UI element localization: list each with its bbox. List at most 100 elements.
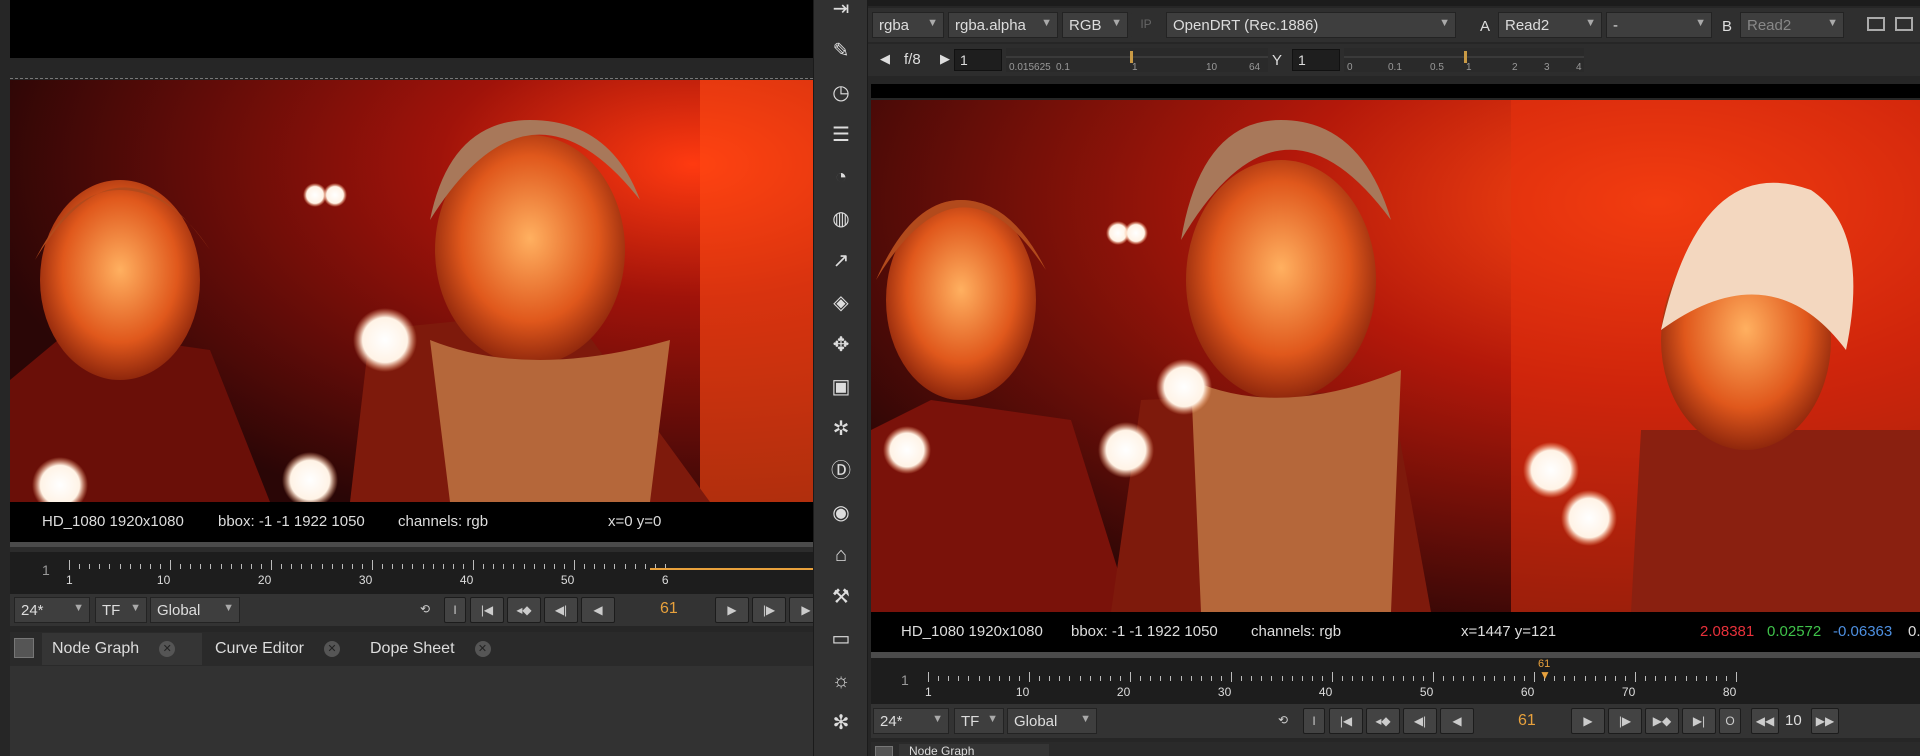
sphere-icon[interactable]: ◍ <box>826 204 856 234</box>
next-key-icon: ▶ <box>801 603 811 617</box>
more-icon[interactable]: ◌ <box>826 750 856 756</box>
chevron-down-icon: ▼ <box>1080 713 1091 725</box>
first-frame-button[interactable]: |◀ <box>470 597 504 623</box>
input-a-dropdown[interactable]: Read2 ▼ <box>1498 12 1602 38</box>
stack-icon[interactable]: ☰ <box>826 120 856 150</box>
timeline-tick <box>1554 676 1556 681</box>
step-back-increment-button[interactable]: ◀◀ <box>1751 708 1779 734</box>
wipe-mode-dropdown[interactable]: - ▼ <box>1606 12 1712 38</box>
move-icon[interactable]: ✥ <box>826 330 856 360</box>
step-forward-increment-button[interactable]: ▶▶ <box>1811 708 1839 734</box>
loop-mode-button[interactable]: ⟲ <box>408 597 442 623</box>
gain-input[interactable]: 1 <box>954 49 1002 71</box>
channels-dropdown[interactable]: rgba ▼ <box>872 12 944 38</box>
tf-dropdown[interactable]: TF ▼ <box>95 597 147 623</box>
brush-icon[interactable]: ✎ <box>826 36 856 66</box>
next-keyframe-button[interactable]: ▶◆ <box>1645 708 1679 734</box>
gamma-input[interactable]: 1 <box>1292 49 1340 71</box>
roi-icon[interactable] <box>1867 17 1885 31</box>
left-viewer-scrollbar[interactable] <box>10 542 813 552</box>
left-timeline[interactable]: 1 1 10 20 30 40 50 6 <box>10 552 813 594</box>
tag-icon[interactable]: ⌂ <box>826 540 856 570</box>
node-graph-area[interactable] <box>10 666 813 756</box>
gamma-slider[interactable]: 0 0.1 0.5 1 2 3 4 <box>1344 48 1584 73</box>
current-frame-field[interactable]: 61 <box>660 600 678 618</box>
global-dropdown[interactable]: Global ▼ <box>1007 708 1097 734</box>
fps-dropdown[interactable]: 24* ▼ <box>14 597 90 623</box>
fstop-prev-icon[interactable]: ◀ <box>880 51 890 67</box>
prev-keyframe-button[interactable]: ◂◆ <box>1366 708 1400 734</box>
deep-icon[interactable]: Ⓓ <box>826 456 856 486</box>
close-icon[interactable]: ✕ <box>474 640 491 657</box>
tf-dropdown[interactable]: TF ▼ <box>954 708 1004 734</box>
metadata-icon[interactable]: ▭ <box>826 624 856 654</box>
tab-node-graph[interactable]: Node Graph <box>899 744 1049 756</box>
right-viewer-image[interactable] <box>871 100 1920 612</box>
viewer-gain-bar: ◀ f/8 ▶ 1 0.015625 0.1 1 10 64 Y 1 0 0.1… <box>868 44 1920 76</box>
close-icon[interactable]: ✕ <box>159 640 176 657</box>
out-point-button[interactable]: O <box>1719 708 1741 734</box>
timeline-tick <box>1241 676 1243 681</box>
ip-toggle-button[interactable]: IP <box>1131 12 1161 38</box>
tab-dope-sheet[interactable]: Dope Sheet ✕ <box>360 633 510 665</box>
loop-mode-button[interactable]: ⟲ <box>1266 708 1300 734</box>
in-point-button[interactable]: I <box>444 597 466 623</box>
timeline-tick <box>422 564 424 569</box>
timeline-tick <box>129 564 131 569</box>
next-frame-button[interactable]: |▶ <box>752 597 786 623</box>
gain-slider[interactable]: 0.015625 0.1 1 10 64 <box>1006 48 1268 73</box>
play-backward-button[interactable]: ◀ <box>581 597 615 623</box>
current-frame-field[interactable]: 61 <box>1518 712 1536 730</box>
timeline-tick <box>604 564 606 569</box>
timeline-tick <box>442 564 444 569</box>
left-viewer-info-bar: HD_1080 1920x1080 bbox: -1 -1 1922 1050 … <box>10 502 813 542</box>
prev-keyframe-button[interactable]: ◂◆ <box>507 597 541 623</box>
timeline-tick <box>1493 676 1495 681</box>
global-dropdown[interactable]: Global ▼ <box>150 597 240 623</box>
tab-node-graph[interactable]: Node Graph ✕ <box>42 633 202 665</box>
panel-menu-icon[interactable] <box>14 638 34 658</box>
first-frame-button[interactable]: |◀ <box>1329 708 1363 734</box>
left-panel-tabs: Node Graph ✕ Curve Editor ✕ Dope Sheet ✕ <box>10 632 813 666</box>
input-b-dropdown[interactable]: Read2 ▼ <box>1740 12 1844 38</box>
fstop-next-icon[interactable]: ▶ <box>940 51 950 67</box>
play-forward-button[interactable]: ▶ <box>1571 708 1605 734</box>
frame-increment-field[interactable]: 10 <box>1785 712 1802 729</box>
last-frame-button[interactable]: ▶| <box>1682 708 1716 734</box>
left-viewer-image[interactable] <box>10 80 813 502</box>
timeline-tick <box>1503 676 1505 681</box>
alpha-channel-dropdown[interactable]: rgba.alpha ▼ <box>948 12 1058 38</box>
timeline-tick <box>1008 676 1010 681</box>
next-frame-button[interactable]: |▶ <box>1608 708 1642 734</box>
fps-dropdown[interactable]: 24* ▼ <box>873 708 949 734</box>
nodes-icon[interactable]: ✻ <box>826 708 856 738</box>
particles-icon[interactable]: ✲ <box>826 414 856 444</box>
display-channels-dropdown[interactable]: RGB ▼ <box>1062 12 1128 38</box>
timeline-tick <box>1534 672 1535 682</box>
color-wheel-icon[interactable]: ◔ <box>826 162 856 192</box>
timeline-tick <box>372 560 373 570</box>
cube-icon[interactable]: ▣ <box>826 372 856 402</box>
playhead-marker-icon[interactable]: ▼ <box>1539 668 1551 682</box>
info-coords: x=1447 y=121 <box>1461 623 1557 640</box>
play-backward-button[interactable]: ◀ <box>1440 708 1474 734</box>
next-keyframe-button[interactable]: ▶ <box>789 597 813 623</box>
right-timeline[interactable]: 1 1 10 20 30 40 50 60 70 80 61 ▼ <box>871 658 1920 704</box>
prev-frame-button[interactable]: ◀| <box>544 597 578 623</box>
layers-icon[interactable]: ◈ <box>826 288 856 318</box>
viewer-process-dropdown[interactable]: OpenDRT (Rec.1886) ▼ <box>1166 12 1456 38</box>
timeline-tick <box>220 564 222 569</box>
tab-curve-editor[interactable]: Curve Editor ✕ <box>205 633 355 665</box>
eye-icon[interactable]: ◉ <box>826 498 856 528</box>
play-forward-button[interactable]: ▶ <box>715 597 749 623</box>
in-point-button[interactable]: I <box>1303 708 1325 734</box>
close-icon[interactable]: ✕ <box>323 640 340 657</box>
panel-menu-icon[interactable] <box>875 746 893 756</box>
import-icon[interactable]: ⇥ <box>826 0 856 24</box>
clock-icon[interactable]: ◷ <box>826 78 856 108</box>
tools-icon[interactable]: ⚒ <box>826 582 856 612</box>
transform-icon[interactable]: ↗ <box>826 246 856 276</box>
prev-frame-button[interactable]: ◀| <box>1403 708 1437 734</box>
fullscreen-icon[interactable] <box>1895 17 1913 31</box>
fire-icon[interactable]: ☼ <box>826 666 856 696</box>
